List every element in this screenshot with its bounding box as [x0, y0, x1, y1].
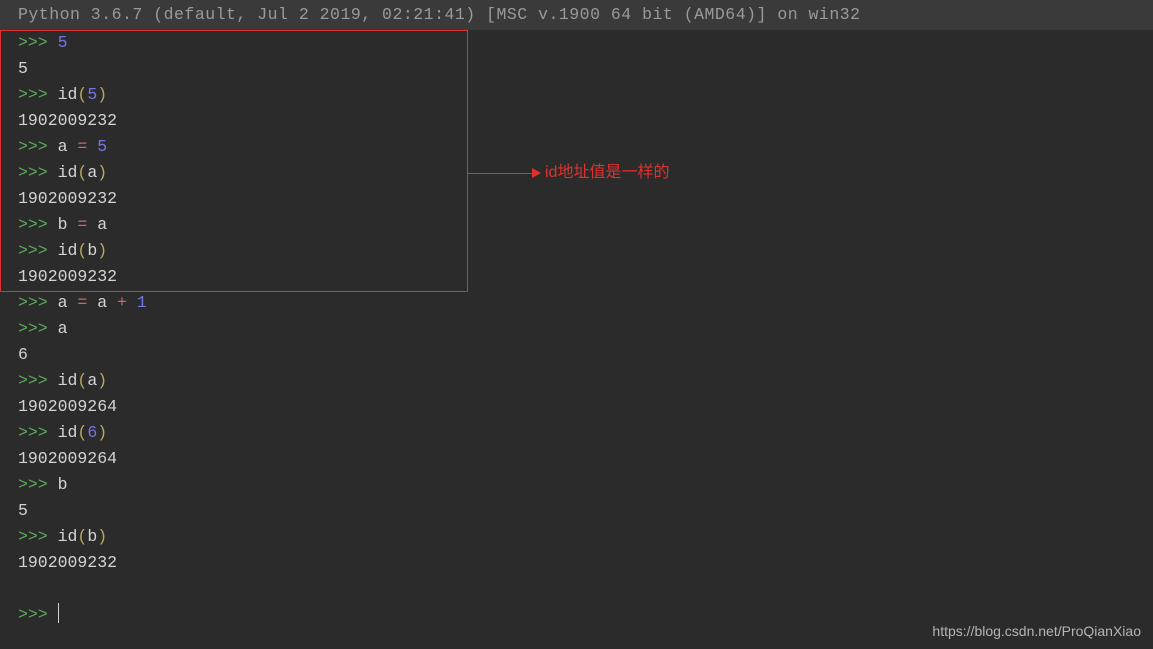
var-a: a	[58, 319, 68, 338]
repl-line: >>> id(b)	[18, 238, 1145, 264]
arg: 5	[87, 85, 97, 104]
repl-output: 1902009264	[18, 446, 1145, 472]
prompt: >>>	[18, 137, 58, 156]
watermark: https://blog.csdn.net/ProQianXiao	[932, 623, 1141, 639]
repl-output: 6	[18, 342, 1145, 368]
repl-line: >>> a	[18, 316, 1145, 342]
paren-close: )	[97, 85, 107, 104]
paren-close: )	[97, 163, 107, 182]
paren-open: (	[77, 85, 87, 104]
func-id: id	[58, 241, 78, 260]
paren-close: )	[97, 423, 107, 442]
repl-output: 5	[18, 56, 1145, 82]
func-id: id	[58, 85, 78, 104]
paren-close: )	[97, 371, 107, 390]
prompt: >>>	[18, 319, 58, 338]
repl-line: >>> id(b)	[18, 524, 1145, 550]
repl-output: 1902009232	[18, 550, 1145, 576]
literal-5: 5	[58, 33, 68, 52]
var-b: b	[58, 215, 68, 234]
paren-open: (	[77, 371, 87, 390]
arg: b	[87, 527, 97, 546]
paren-close: )	[97, 527, 107, 546]
func-id: id	[58, 527, 78, 546]
prompt: >>>	[18, 371, 58, 390]
prompt: >>>	[18, 475, 58, 494]
var-a: a	[97, 293, 107, 312]
repl-output: 1902009264	[18, 394, 1145, 420]
repl-line: >>> id(5)	[18, 82, 1145, 108]
arg: a	[87, 371, 97, 390]
prompt: >>>	[18, 163, 58, 182]
repl-output: 1902009232	[18, 186, 1145, 212]
repl-line: >>> id(6)	[18, 420, 1145, 446]
cursor	[58, 603, 60, 623]
prompt: >>>	[18, 85, 58, 104]
repl-line: >>> id(a)	[18, 160, 1145, 186]
arg: 6	[87, 423, 97, 442]
repl-line: >>> b	[18, 472, 1145, 498]
repl-output: 5	[18, 498, 1145, 524]
prompt: >>>	[18, 241, 58, 260]
op-eq: =	[68, 137, 98, 156]
op-plus: +	[107, 293, 137, 312]
repl-line: >>> 5	[18, 30, 1145, 56]
prompt: >>>	[18, 293, 58, 312]
terminal-body[interactable]: id地址值是一样的 >>> 5 5 >>> id(5) 1902009232 >…	[0, 30, 1153, 628]
literal-5: 5	[97, 137, 107, 156]
op-eq: =	[68, 215, 98, 234]
var-a: a	[58, 137, 68, 156]
var-a: a	[58, 293, 68, 312]
prompt: >>>	[18, 423, 58, 442]
func-id: id	[58, 163, 78, 182]
prompt: >>>	[18, 215, 58, 234]
prompt: >>>	[18, 33, 58, 52]
repl-output: 1902009232	[18, 108, 1145, 134]
paren-open: (	[77, 163, 87, 182]
paren-open: (	[77, 423, 87, 442]
var-b: b	[58, 475, 68, 494]
var-a: a	[97, 215, 107, 234]
func-id: id	[58, 423, 78, 442]
op-eq: =	[68, 293, 98, 312]
paren-open: (	[77, 527, 87, 546]
repl-line: >>> id(a)	[18, 368, 1145, 394]
prompt: >>>	[18, 605, 58, 624]
func-id: id	[58, 371, 78, 390]
repl-line: >>> a = a + 1	[18, 290, 1145, 316]
paren-open: (	[77, 241, 87, 260]
arg: b	[87, 241, 97, 260]
arg: a	[87, 163, 97, 182]
repl-line: >>> b = a	[18, 212, 1145, 238]
prompt: >>>	[18, 527, 58, 546]
python-version-header: Python 3.6.7 (default, Jul 2 2019, 02:21…	[0, 0, 1153, 30]
repl-output: 1902009232	[18, 264, 1145, 290]
literal-1: 1	[137, 293, 147, 312]
repl-line: >>> a = 5	[18, 134, 1145, 160]
paren-close: )	[97, 241, 107, 260]
python-terminal: Python 3.6.7 (default, Jul 2 2019, 02:21…	[0, 0, 1153, 628]
